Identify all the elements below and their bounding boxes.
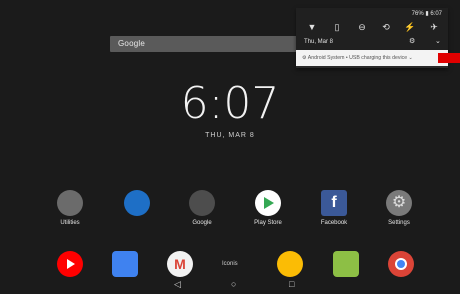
notification-shade: 76% ▮ 6:07 ▼ ▯ ⊖ ⟲ ⚡ ✈ Thu, Mar 8 ⚙ ⌄ ⚙ … <box>296 8 448 68</box>
google-search-bar[interactable]: Google <box>110 36 302 52</box>
gmail-icon[interactable]: M <box>167 251 193 277</box>
calendar-icon[interactable] <box>112 251 138 277</box>
app-settings[interactable]: ⚙ Settings <box>371 190 427 226</box>
lockscreen-date: THU, MAR 8 <box>205 132 255 139</box>
dock-label: Iconis <box>222 261 238 267</box>
wifi-icon[interactable]: ▼ <box>306 21 318 33</box>
app-label: Facebook <box>320 220 348 226</box>
app-play-store[interactable]: Play Store <box>240 190 296 226</box>
back-button[interactable]: ◁ <box>174 279 181 290</box>
navigation-bar: ◁ ○ □ <box>0 276 460 294</box>
settings-gear-icon: ⚙ <box>386 190 412 216</box>
airplane-mode-icon[interactable]: ✈ <box>428 21 440 33</box>
quick-settings-panel: 76% ▮ 6:07 ▼ ▯ ⊖ ⟲ ⚡ ✈ Thu, Mar 8 ⚙ ⌄ <box>296 8 448 50</box>
google-folder-icon <box>189 190 215 216</box>
battery-status: 76% ▮ 6:07 <box>411 11 442 17</box>
google-logo: Google <box>118 39 145 48</box>
app-utilities[interactable]: Utilities <box>42 190 98 226</box>
recents-button[interactable]: □ <box>289 279 294 289</box>
chrome-icon[interactable] <box>388 251 414 277</box>
usb-charging-notification[interactable]: ⚙ Android System • USB charging this dev… <box>296 50 448 66</box>
camera-icon[interactable] <box>333 251 359 277</box>
app-label: Utilities <box>60 220 80 226</box>
play-store-icon <box>255 190 281 216</box>
settings-gear-icon[interactable]: ⚙ <box>409 37 415 45</box>
auto-rotate-icon[interactable]: ⟲ <box>380 21 392 33</box>
app-label: Play Store <box>254 220 282 226</box>
lockscreen-clock: 6:07 <box>180 78 280 129</box>
app-google[interactable]: Google <box>174 190 230 226</box>
photos-icon[interactable] <box>277 251 303 277</box>
app-outlook[interactable] <box>109 190 165 220</box>
folder-icon <box>57 190 83 216</box>
home-button[interactable]: ○ <box>231 279 236 289</box>
app-label: Google <box>192 220 212 226</box>
shade-date: Thu, Mar 8 <box>304 39 334 45</box>
notification-text: ⚙ Android System • USB charging this dev… <box>302 55 413 61</box>
red-marker <box>438 53 460 63</box>
chevron-down-icon[interactable]: ⌄ <box>435 37 441 45</box>
flashlight-icon[interactable]: ⚡ <box>404 21 416 33</box>
android-home-screen: Google 6:07 THU, MAR 8 Utilities Google … <box>0 0 460 294</box>
youtube-icon[interactable] <box>57 251 83 277</box>
outlook-icon <box>124 190 150 216</box>
battery-saver-icon[interactable]: ▯ <box>331 21 343 33</box>
do-not-disturb-icon[interactable]: ⊖ <box>356 21 368 33</box>
facebook-icon: f <box>321 190 347 216</box>
app-facebook[interactable]: f Facebook <box>306 190 362 226</box>
app-label: Settings <box>388 220 410 226</box>
